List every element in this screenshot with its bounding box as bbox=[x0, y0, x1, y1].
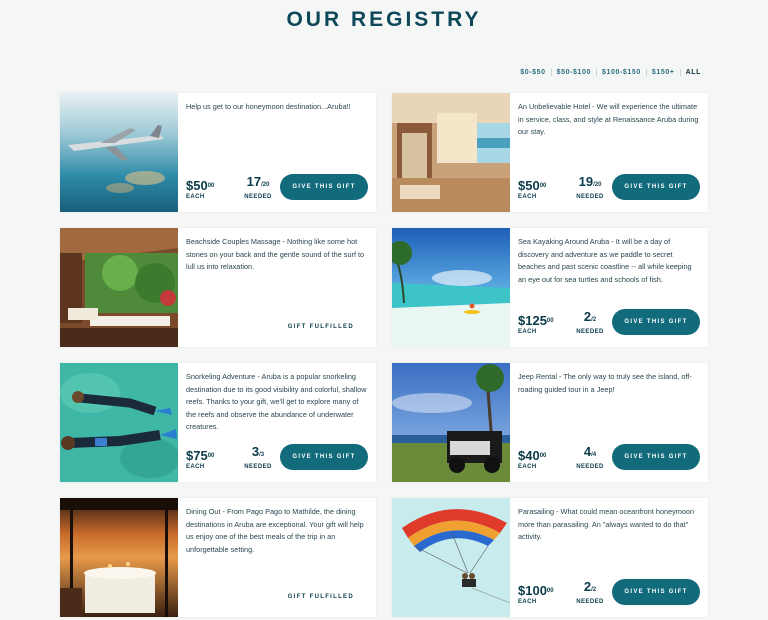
filter-50-100[interactable]: $50-$100 bbox=[550, 69, 596, 76]
gift-card: An Unbelievable Hotel - We will experien… bbox=[392, 93, 708, 212]
gift-description: Snorkeling Adventure - Aruba is a popula… bbox=[186, 372, 367, 432]
gift-price: $4000 bbox=[518, 448, 547, 463]
each-label: EACH bbox=[518, 329, 537, 335]
needed-count: 4/4 bbox=[583, 444, 597, 459]
gift-price: $10000 bbox=[518, 583, 554, 598]
give-gift-button[interactable]: GIVE THIS GIFT bbox=[612, 444, 700, 470]
gift-grid: Help us get to our honeymoon destination… bbox=[60, 93, 708, 617]
needed-label: NEEDED bbox=[244, 194, 272, 200]
gift-fulfilled-label: GIFT FULFILLED bbox=[287, 324, 354, 330]
filter-0-50[interactable]: $0-$50 bbox=[515, 69, 550, 76]
gift-price: $5000 bbox=[186, 178, 215, 193]
filter-all[interactable]: ALL bbox=[679, 69, 706, 76]
each-label: EACH bbox=[186, 464, 205, 470]
needed-count: 17/20 bbox=[246, 174, 270, 189]
gift-card: Dining Out - From Pago Pago to Mathilde,… bbox=[60, 498, 376, 617]
snorkel-photo bbox=[60, 363, 178, 482]
give-gift-button[interactable]: GIVE THIS GIFT bbox=[612, 579, 700, 605]
kayak-photo bbox=[392, 228, 510, 347]
gift-card: Snorkeling Adventure - Aruba is a popula… bbox=[60, 363, 376, 482]
gift-description: Beachside Couples Massage - Nothing like… bbox=[186, 237, 365, 272]
gift-card: Beachside Couples Massage - Nothing like… bbox=[60, 228, 376, 347]
gift-card: Parasailing - What could mean oceanfront… bbox=[392, 498, 708, 617]
give-gift-button[interactable]: GIVE THIS GIFT bbox=[612, 309, 700, 335]
needed-label: NEEDED bbox=[576, 599, 604, 605]
each-label: EACH bbox=[518, 599, 537, 605]
gift-description: An Unbelievable Hotel - We will experien… bbox=[518, 102, 699, 137]
give-gift-button[interactable]: GIVE THIS GIFT bbox=[612, 174, 700, 200]
gift-fulfilled-label: GIFT FULFILLED bbox=[287, 594, 354, 600]
price-filter-bar: $0-$50 $50-$100 $100-$150 $150+ ALL bbox=[515, 69, 706, 76]
gift-price: $5000 bbox=[518, 178, 547, 193]
gift-price: $12500 bbox=[518, 313, 554, 328]
gift-description: Help us get to our honeymoon destination… bbox=[186, 102, 351, 111]
gift-card: Sea Kayaking Around Aruba - It will be a… bbox=[392, 228, 708, 347]
each-label: EACH bbox=[518, 194, 537, 200]
gift-card: Jeep Rental - The only way to truly see … bbox=[392, 363, 708, 482]
gift-price: $7500 bbox=[186, 448, 215, 463]
needed-count: 2/2 bbox=[583, 579, 597, 594]
gift-description: Sea Kayaking Around Aruba - It will be a… bbox=[518, 237, 692, 284]
needed-count: 2/2 bbox=[583, 309, 597, 324]
gift-description: Jeep Rental - The only way to truly see … bbox=[518, 372, 692, 394]
page-title: OUR REGISTRY bbox=[286, 8, 482, 31]
hotel-room-photo bbox=[392, 93, 510, 212]
give-gift-button[interactable]: GIVE THIS GIFT bbox=[280, 174, 368, 200]
jeep-photo bbox=[392, 363, 510, 482]
dining-photo bbox=[60, 498, 178, 617]
filter-150-plus[interactable]: $150+ bbox=[645, 69, 680, 76]
airplane-photo bbox=[60, 93, 178, 212]
needed-count: 19/20 bbox=[578, 174, 602, 189]
parasail-photo bbox=[392, 498, 510, 617]
gift-description: Parasailing - What could mean oceanfront… bbox=[518, 507, 695, 542]
needed-label: NEEDED bbox=[576, 194, 604, 200]
give-gift-button[interactable]: GIVE THIS GIFT bbox=[280, 444, 368, 470]
gift-description: Dining Out - From Pago Pago to Mathilde,… bbox=[186, 507, 364, 554]
each-label: EACH bbox=[186, 194, 205, 200]
needed-label: NEEDED bbox=[576, 329, 604, 335]
massage-photo bbox=[60, 228, 178, 347]
gift-card: Help us get to our honeymoon destination… bbox=[60, 93, 376, 212]
each-label: EACH bbox=[518, 464, 537, 470]
needed-label: NEEDED bbox=[244, 464, 272, 470]
filter-100-150[interactable]: $100-$150 bbox=[596, 69, 646, 76]
needed-count: 3/3 bbox=[251, 444, 265, 459]
needed-label: NEEDED bbox=[576, 464, 604, 470]
